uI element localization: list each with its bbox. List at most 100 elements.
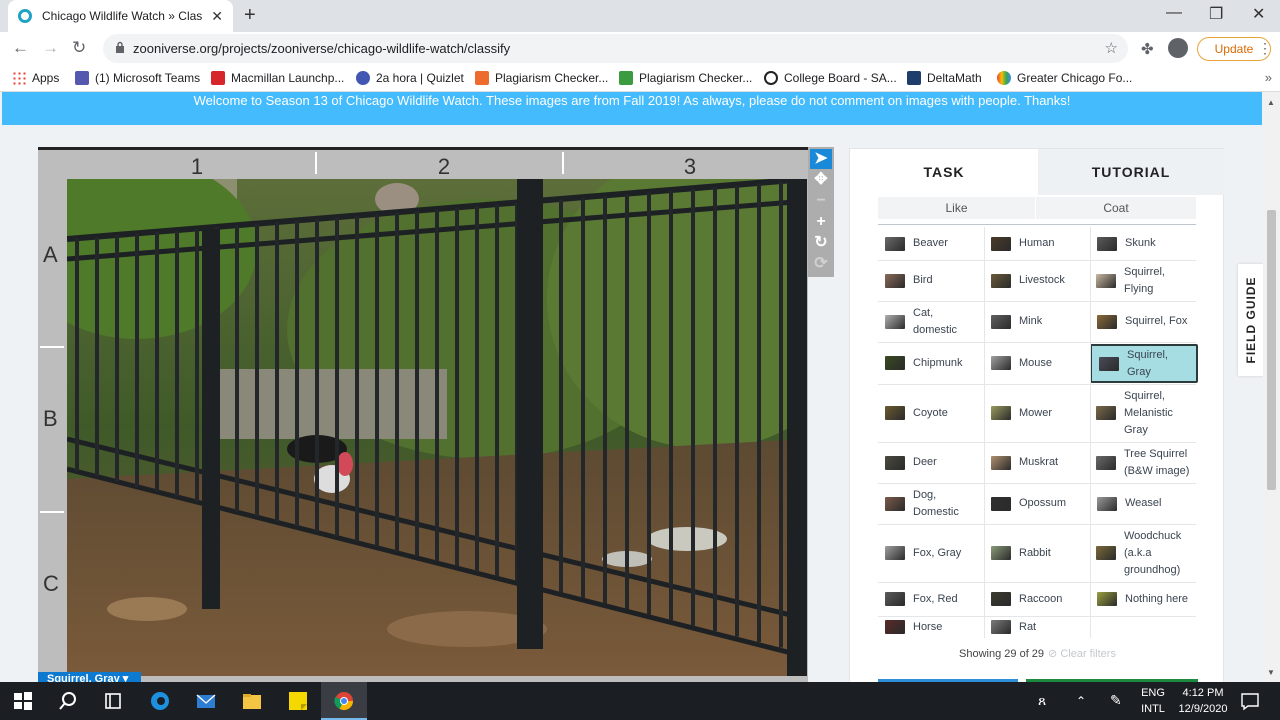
chrome-taskbar-button[interactable] (321, 682, 367, 720)
reload-icon[interactable]: ↻ (72, 38, 86, 58)
bookmark-plagiarism-2[interactable]: Plagiarism Checker... (619, 71, 752, 85)
mail-icon[interactable] (196, 691, 216, 711)
page-scrollbar[interactable]: ▲ ▼ (1263, 92, 1280, 682)
species-option[interactable]: Chipmunk (878, 342, 984, 384)
species-thumbnail (885, 273, 905, 288)
bookmark-deltamath[interactable]: DeltaMath (907, 71, 982, 85)
notifications-icon[interactable] (1240, 691, 1260, 711)
maximize-icon[interactable]: ❐ (1209, 4, 1223, 24)
profile-avatar-icon[interactable] (1168, 38, 1188, 58)
clock[interactable]: 4:12 PM 12/9/2020 (1172, 685, 1234, 717)
species-option[interactable]: Dog, Domestic (878, 483, 984, 524)
grid-line (878, 582, 1196, 583)
species-thumbnail (1097, 236, 1117, 251)
species-option[interactable]: Squirrel, Melanistic Gray (1090, 384, 1196, 442)
close-window-icon[interactable]: ✕ (1252, 4, 1265, 24)
bookmark-macmillan[interactable]: Macmillan Launchp... (211, 71, 344, 85)
selected-species-tag[interactable]: Squirrel, Gray ▾ (38, 672, 141, 682)
filter-coat[interactable]: Coat (1036, 197, 1196, 219)
language-indicator[interactable]: ENG INTL (1138, 685, 1168, 717)
species-option[interactable]: Mower (984, 384, 1090, 442)
bookmark-college-board[interactable]: College Board - SA... (764, 71, 897, 85)
species-option[interactable]: Raccoon (984, 582, 1090, 616)
field-guide-tab[interactable]: FIELD GUIDE (1238, 264, 1264, 376)
tab-task[interactable]: TASK (850, 149, 1038, 195)
pen-icon[interactable]: ✎ (1110, 692, 1122, 708)
camera-trap-photo[interactable] (67, 179, 807, 676)
species-option[interactable]: Fox, Red (878, 582, 984, 616)
species-option[interactable]: Deer (878, 442, 984, 483)
filter-like[interactable]: Like (878, 197, 1035, 219)
species-option[interactable]: Muskrat (984, 442, 1090, 483)
search-icon[interactable] (58, 691, 78, 711)
more-bookmarks-icon[interactable]: » (1265, 70, 1272, 85)
bookmark-label: Macmillan Launchp... (231, 71, 345, 85)
species-option[interactable]: Mink (984, 301, 1090, 342)
species-option[interactable]: Nothing here (1090, 582, 1196, 616)
bookmark-plagiarism-1[interactable]: Plagiarism Checker... (475, 71, 608, 85)
task-view-icon[interactable] (103, 691, 123, 711)
species-thumbnail (885, 406, 905, 420)
species-thumbnail (991, 546, 1011, 560)
people-icon[interactable]: ጸ (1038, 692, 1046, 708)
address-bar[interactable]: zooniverse.org/projects/zooniverse/chica… (103, 34, 1128, 63)
bookmarks-bar: Apps (1) Microsoft Teams Macmillan Launc… (0, 65, 1280, 92)
reset-view-icon[interactable]: ⟳ (810, 254, 832, 274)
browser-tab[interactable]: Chicago Wildlife Watch » Classify ✕ (8, 0, 233, 32)
forward-icon[interactable]: → (42, 38, 59, 58)
species-option[interactable]: Human (984, 227, 1090, 260)
apps-grid-icon (12, 71, 26, 85)
species-option[interactable]: Rat (984, 616, 1090, 638)
scroll-up-icon[interactable]: ▲ (1267, 98, 1275, 107)
species-option[interactable]: Woodchuck (a.k.a groundhog) (1090, 524, 1196, 582)
bookmark-quizlet[interactable]: 2a hora | Quizlet (356, 71, 464, 85)
rotate-icon[interactable]: ↻ (810, 233, 832, 253)
tray-chevron-icon[interactable]: ⌃ (1076, 693, 1086, 709)
pan-tool-icon[interactable]: ✥ (810, 170, 832, 190)
species-label: Muskrat (1019, 456, 1059, 468)
zoom-in-icon[interactable]: + (810, 212, 832, 232)
species-label: Mower (1019, 406, 1053, 419)
file-explorer-icon[interactable] (242, 691, 262, 711)
clear-filters-link[interactable]: ⊘ Clear filters (1048, 648, 1116, 660)
scrollbar-thumb[interactable] (1267, 210, 1276, 490)
species-option[interactable]: Squirrel, Fox (1090, 301, 1196, 342)
sticky-notes-icon[interactable] (288, 691, 308, 711)
species-thumbnail (1097, 496, 1117, 511)
minimize-icon[interactable]: — (1166, 4, 1182, 22)
windows-start-icon[interactable] (13, 691, 33, 711)
bookmark-star-icon[interactable]: ☆ (1105, 39, 1118, 57)
species-option[interactable]: Skunk (1090, 227, 1196, 260)
species-option[interactable]: Tree Squirrel (B&W image) (1090, 442, 1196, 483)
species-option[interactable]: Squirrel, Gray (1090, 344, 1198, 383)
species-option[interactable]: Coyote (878, 384, 984, 442)
tab-tutorial[interactable]: TUTORIAL (1038, 149, 1224, 195)
species-option[interactable]: Opossum (984, 483, 1090, 524)
species-thumbnail (991, 314, 1011, 329)
species-option[interactable]: Fox, Gray (878, 524, 984, 582)
species-label: Weasel (1125, 497, 1162, 509)
extensions-icon[interactable]: ✤ (1141, 40, 1154, 58)
zoom-out-icon[interactable]: − (810, 191, 832, 211)
species-option[interactable]: Rabbit (984, 524, 1090, 582)
bookmark-apps[interactable]: Apps (12, 71, 59, 85)
species-label: Skunk (1125, 237, 1156, 249)
species-option[interactable]: Beaver (878, 227, 984, 260)
pointer-tool-icon[interactable]: ➤ (810, 149, 832, 169)
bookmark-teams[interactable]: (1) Microsoft Teams (75, 71, 200, 85)
bookmark-greater-chicago[interactable]: Greater Chicago Fo... (997, 71, 1132, 85)
new-tab-icon[interactable]: + (244, 4, 256, 27)
browser-menu-icon[interactable]: ⋮ (1258, 40, 1272, 57)
species-option[interactable]: Weasel (1090, 483, 1196, 524)
species-option[interactable]: Cat, domestic (878, 301, 984, 342)
species-option[interactable]: Bird (878, 260, 984, 301)
scroll-down-icon[interactable]: ▼ (1267, 668, 1275, 677)
species-option[interactable]: Mouse (984, 342, 1090, 384)
edge-icon[interactable] (150, 691, 170, 711)
species-label: Beaver (913, 237, 948, 249)
species-option[interactable]: Livestock (984, 260, 1090, 301)
back-icon[interactable]: ← (12, 38, 29, 58)
species-option[interactable]: Squirrel, Flying (1090, 260, 1196, 301)
species-option[interactable]: Horse (878, 616, 984, 638)
close-tab-icon[interactable]: ✕ (211, 8, 223, 25)
